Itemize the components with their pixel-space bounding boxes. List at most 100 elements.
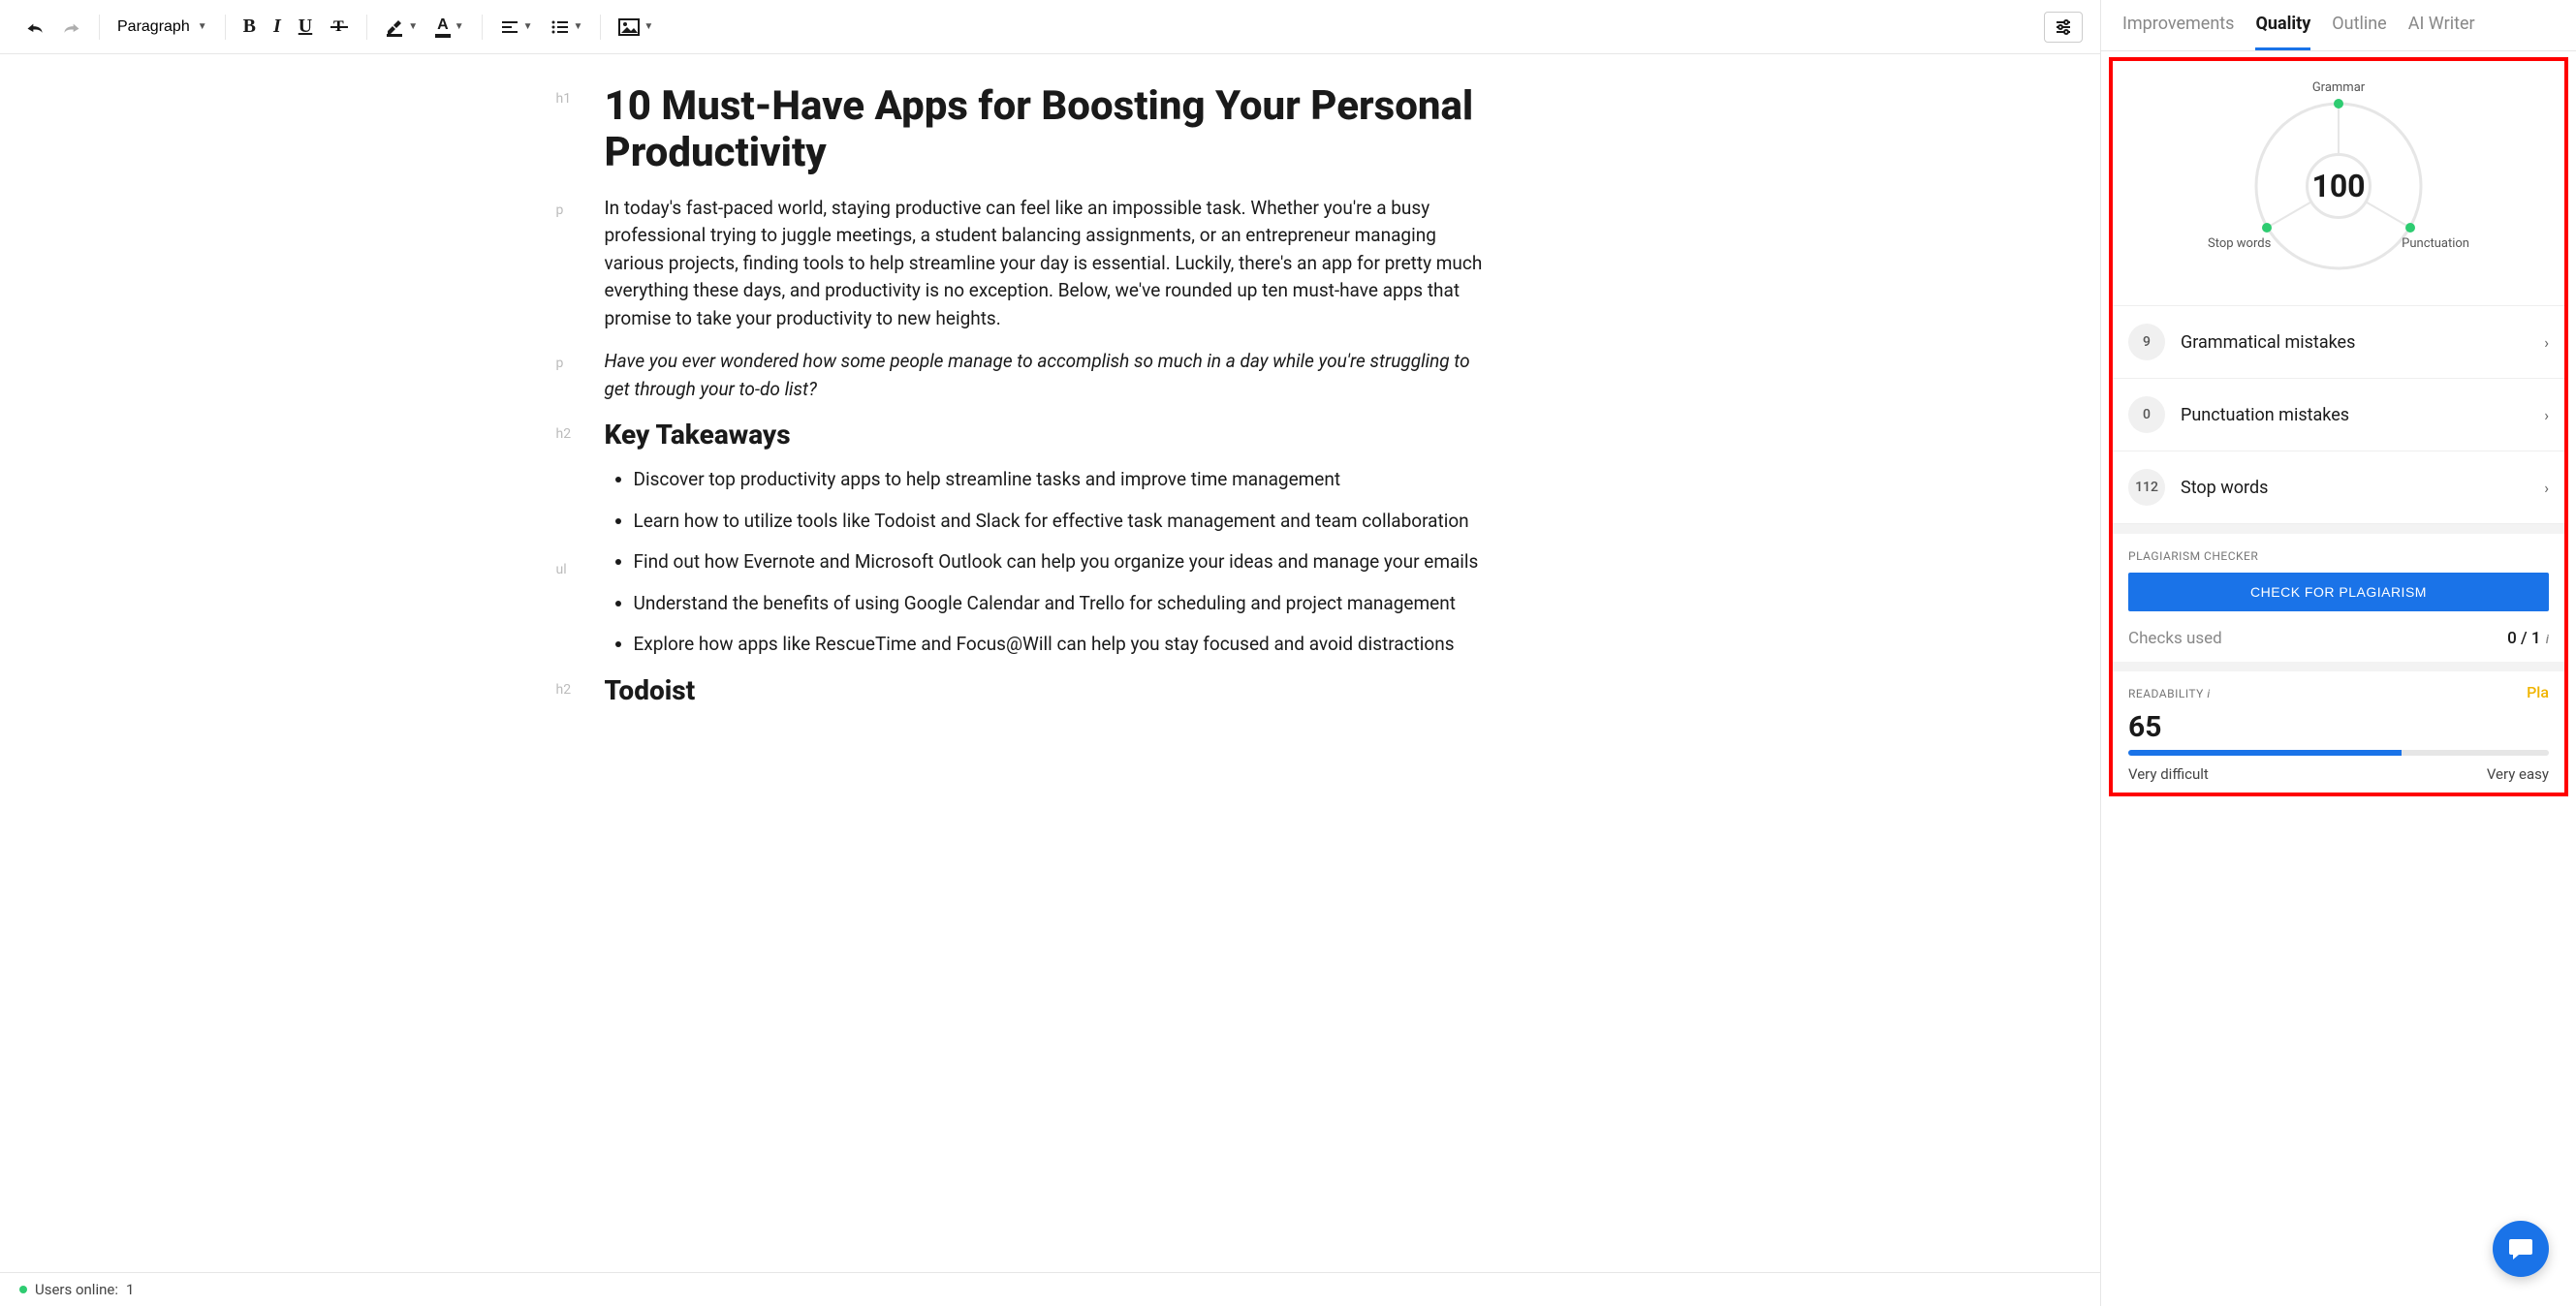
font-color-button[interactable]: A ▼: [427, 11, 471, 44]
caret-icon: ▼: [455, 21, 464, 32]
font-color-icon: A: [435, 16, 451, 38]
list-item[interactable]: Find out how Evernote and Microsoft Outl…: [634, 548, 1496, 576]
list-item[interactable]: Learn how to utilize tools like Todoist …: [634, 508, 1496, 536]
editor-pane: Paragraph ▼ B I U T ▼ A ▼ ▼: [0, 0, 2101, 1306]
checks-used-label: Checks used: [2128, 629, 2222, 648]
issue-row-punctuation[interactable]: 0 Punctuation mistakes ›: [2113, 379, 2564, 451]
issue-count-badge: 0: [2128, 396, 2165, 433]
underline-button[interactable]: U: [291, 10, 320, 44]
checks-used-value: 0 / 1: [2507, 629, 2540, 648]
status-dot-icon: [19, 1286, 27, 1293]
redo-button[interactable]: [54, 14, 89, 41]
block-tag: h1: [556, 91, 572, 107]
users-online-count: 1: [126, 1281, 134, 1298]
content-area[interactable]: h1 10 Must-Have Apps for Boosting Your P…: [0, 54, 2100, 1272]
issue-count-badge: 112: [2128, 469, 2165, 506]
checks-used-row: Checks used 0 / 1 i: [2113, 623, 2564, 662]
caret-icon: ▼: [523, 21, 533, 32]
readability-score: 65: [2113, 710, 2564, 750]
list-button[interactable]: ▼: [543, 14, 591, 41]
side-panel: Improvements Quality Outline AI Writer: [2101, 0, 2576, 1306]
undo-button[interactable]: [17, 14, 52, 41]
readability-right-label: Very easy: [2487, 765, 2549, 783]
highlight-color-button[interactable]: ▼: [377, 12, 425, 43]
caret-icon: ▼: [198, 21, 207, 32]
check-plagiarism-button[interactable]: CHECK FOR PLAGIARISM: [2128, 573, 2549, 611]
chat-button[interactable]: [2493, 1221, 2549, 1277]
block-style-label: Paragraph: [117, 18, 190, 36]
image-button[interactable]: ▼: [611, 13, 661, 42]
readability-labels: Very difficult Very easy: [2113, 762, 2564, 783]
info-icon[interactable]: i: [2543, 633, 2549, 647]
caret-icon: ▼: [644, 21, 653, 32]
list-item[interactable]: Explore how apps like RescueTime and Foc…: [634, 631, 1496, 659]
toolbar-separator: [225, 15, 226, 40]
block-tag: h2: [556, 426, 572, 442]
caret-icon: ▼: [574, 21, 583, 32]
issue-label: Grammatical mistakes: [2181, 332, 2544, 353]
strikethrough-icon: T: [330, 17, 349, 37]
quality-score-value: 100: [2306, 153, 2372, 219]
highlight-icon: [385, 17, 404, 37]
tab-quality[interactable]: Quality: [2255, 14, 2310, 50]
chevron-right-icon: ›: [2544, 406, 2549, 424]
status-bar: Users online: 1: [0, 1272, 2100, 1306]
issue-count-badge: 9: [2128, 324, 2165, 360]
toolbar-separator: [600, 15, 601, 40]
strikethrough-button[interactable]: T: [322, 12, 357, 43]
quality-panel-highlighted: 100 Grammar Stop words Punctuation 9 Gra…: [2109, 57, 2568, 796]
doc-heading-2[interactable]: Key Takeaways: [605, 419, 1496, 451]
toolbar: Paragraph ▼ B I U T ▼ A ▼ ▼: [0, 0, 2100, 54]
block-tag: p: [556, 202, 564, 218]
tab-ai-writer[interactable]: AI Writer: [2408, 14, 2475, 50]
block-tag: ul: [556, 562, 567, 577]
doc-list[interactable]: Discover top productivity apps to help s…: [605, 466, 1496, 659]
editor-settings-button[interactable]: [2044, 12, 2083, 43]
quality-score-chart: 100 Grammar Stop words Punctuation: [2113, 61, 2564, 305]
bold-button[interactable]: B: [236, 10, 264, 44]
toolbar-separator: [366, 15, 367, 40]
section-gap: [2113, 662, 2564, 671]
caret-icon: ▼: [408, 21, 418, 32]
issue-label: Punctuation mistakes: [2181, 405, 2544, 425]
readability-fill: [2128, 750, 2402, 756]
list-item[interactable]: Discover top productivity apps to help s…: [634, 466, 1496, 494]
tab-improvements[interactable]: Improvements: [2122, 14, 2234, 50]
block-style-dropdown[interactable]: Paragraph ▼: [110, 13, 215, 42]
sliders-icon: [2055, 18, 2072, 36]
info-icon[interactable]: i: [2207, 687, 2210, 700]
pla-partial-label: Pla: [2527, 683, 2549, 701]
undo-icon: [25, 19, 45, 35]
chat-icon: [2507, 1235, 2534, 1262]
toolbar-separator: [99, 15, 100, 40]
plagiarism-header: PLAGIARISM CHECKER: [2113, 534, 2564, 573]
readability-header: READABILITY i: [2113, 671, 2564, 710]
list-item[interactable]: Understand the benefits of using Google …: [634, 590, 1496, 618]
issue-row-grammatical[interactable]: 9 Grammatical mistakes ›: [2113, 306, 2564, 379]
chevron-right-icon: ›: [2544, 333, 2549, 352]
readability-left-label: Very difficult: [2128, 765, 2209, 783]
readability-bar: [2113, 750, 2564, 756]
doc-heading-1[interactable]: 10 Must-Have Apps for Boosting Your Pers…: [605, 83, 1496, 177]
italic-button[interactable]: I: [266, 10, 289, 44]
toolbar-separator: [482, 15, 483, 40]
score-label-grammar: Grammar: [2312, 80, 2365, 95]
issues-list: 9 Grammatical mistakes › 0 Punctuation m…: [2113, 305, 2564, 524]
score-label-punctuation: Punctuation: [2402, 236, 2469, 251]
tab-outline[interactable]: Outline: [2332, 14, 2386, 50]
block-tag: h2: [556, 682, 572, 698]
doc-heading-2[interactable]: Todoist: [605, 674, 1496, 706]
list-icon: [550, 19, 570, 35]
section-gap: [2113, 524, 2564, 534]
chevron-right-icon: ›: [2544, 479, 2549, 497]
align-icon: [500, 19, 519, 35]
block-tag: p: [556, 356, 564, 371]
align-button[interactable]: ▼: [492, 14, 541, 41]
users-online-label: Users online:: [35, 1281, 118, 1298]
issue-row-stop-words[interactable]: 112 Stop words ›: [2113, 451, 2564, 524]
issue-label: Stop words: [2181, 478, 2544, 498]
doc-paragraph[interactable]: In today's fast-paced world, staying pro…: [605, 195, 1496, 333]
image-icon: [618, 18, 640, 36]
score-label-stop-words: Stop words: [2208, 236, 2271, 251]
doc-paragraph-italic[interactable]: Have you ever wondered how some people m…: [605, 348, 1496, 403]
